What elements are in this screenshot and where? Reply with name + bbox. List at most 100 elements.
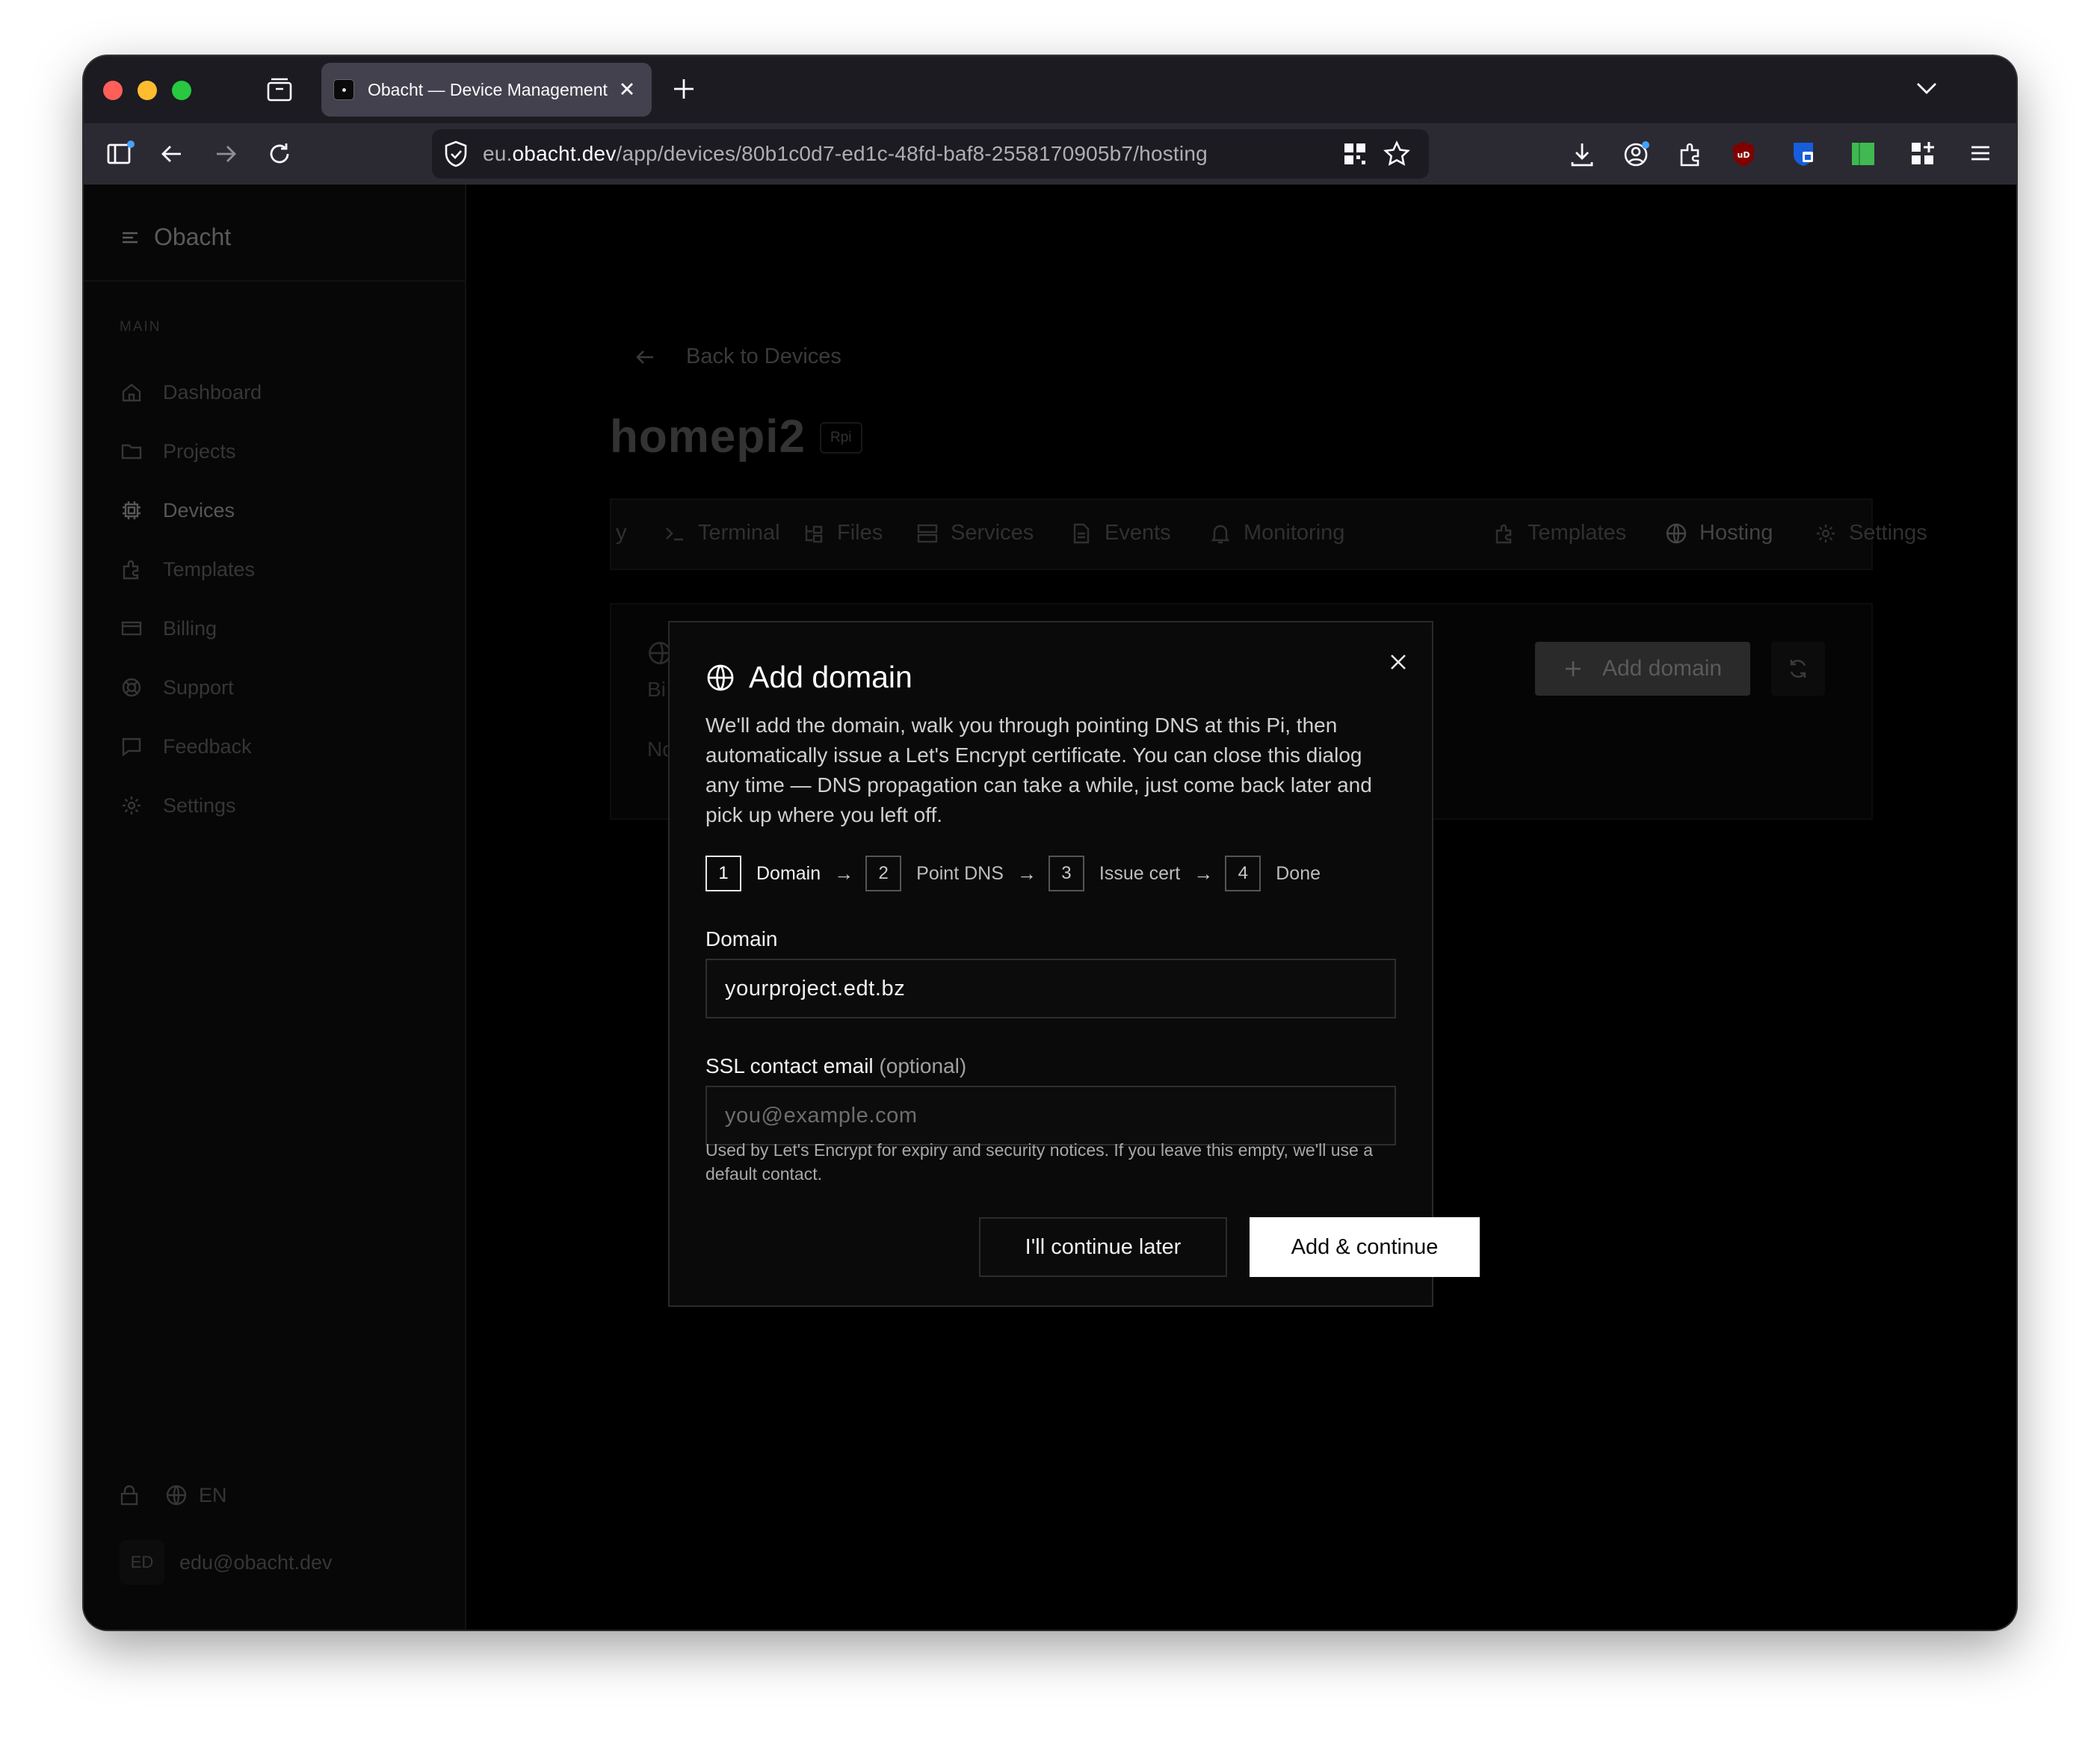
url-bar[interactable]: eu.obacht.dev/app/devices/80b1c0d7-ed1c-…	[432, 129, 1429, 179]
sidebar-item-dashboard[interactable]: Dashboard	[120, 380, 262, 404]
puzzle-icon	[120, 557, 143, 581]
maximize-window-button[interactable]	[172, 81, 191, 100]
browser-window: Obacht — Device Management eu.obacht.dev…	[84, 56, 2016, 1630]
step-arrow: →	[1193, 862, 1214, 885]
close-icon[interactable]	[1386, 649, 1411, 675]
svg-text:uD: uD	[1738, 150, 1750, 160]
add-domain-button-background[interactable]: Add domain	[1535, 642, 1750, 696]
sidebar-item-projects[interactable]: Projects	[120, 439, 236, 463]
device-tabs: y Terminal Files Services Events Monitor…	[610, 498, 1927, 570]
minimize-window-button[interactable]	[138, 81, 157, 100]
browser-tab-active[interactable]: Obacht — Device Management	[321, 63, 652, 117]
sidebar-section-label: MAIN	[120, 319, 161, 335]
domain-input[interactable]	[705, 959, 1396, 1018]
sidebar-item-label: Templates	[163, 557, 256, 581]
lock-icon[interactable]	[120, 1484, 139, 1506]
step-2-label: Point DNS	[916, 862, 1004, 884]
url-text[interactable]: eu.obacht.dev/app/devices/80b1c0d7-ed1c-…	[483, 142, 1208, 166]
sidebar-item-billing[interactable]: Billing	[120, 616, 217, 640]
brand-name: Obacht	[154, 223, 232, 250]
gear-icon	[120, 794, 143, 817]
step-4-number: 4	[1225, 856, 1261, 891]
sidebar-item-label: Devices	[163, 498, 235, 522]
refresh-icon	[1790, 660, 1806, 678]
globe-icon	[1665, 522, 1687, 545]
tab-title: Obacht — Device Management	[368, 79, 608, 99]
add-domain-dialog: Add domain We'll add the domain, walk yo…	[668, 621, 1480, 1307]
extensions-icon[interactable]	[1676, 140, 1704, 168]
new-tab-icon[interactable]	[670, 75, 697, 102]
sidebar-item-settings[interactable]: Settings	[120, 794, 236, 817]
user-profile[interactable]: ED edu@obacht.dev	[120, 1540, 333, 1585]
obacht-favicon-icon	[333, 79, 354, 100]
dialog-description: We'll add the domain, walk you through p…	[705, 714, 1372, 826]
sidebar-item-label: Settings	[163, 794, 236, 817]
sidebar-item-templates[interactable]: Templates	[120, 557, 255, 581]
tab-close-icon[interactable]	[616, 78, 638, 104]
tab-files[interactable]: Files	[803, 521, 883, 545]
refresh-button[interactable]	[1771, 642, 1825, 696]
user-email: edu@obacht.dev	[179, 1550, 333, 1574]
continue-later-button[interactable]: I'll continue later	[979, 1217, 1227, 1277]
ssl-email-input[interactable]	[705, 1086, 1396, 1145]
back-link-label: Back to Devices	[686, 344, 841, 368]
sidebar-toggle-icon[interactable]	[106, 140, 136, 167]
tab-services[interactable]: Services	[916, 521, 1034, 545]
add-and-continue-button[interactable]: Add & continue	[1250, 1217, 1480, 1277]
sidebar-footer-controls: EN	[120, 1483, 227, 1507]
optional-hint: (optional)	[879, 1054, 967, 1077]
close-window-button[interactable]	[103, 81, 123, 100]
step-1-number: 1	[705, 856, 741, 891]
sidebar: Obacht MAIN Dashboard Projects Devices T…	[84, 185, 466, 1630]
tab-monitoring[interactable]: Monitoring	[1209, 521, 1344, 545]
folder-icon	[120, 439, 143, 463]
tab-partial[interactable]: y	[616, 521, 627, 545]
back-icon[interactable]	[158, 140, 185, 167]
tab-terminal[interactable]: Terminal	[664, 521, 780, 545]
download-icon[interactable]	[1568, 140, 1596, 168]
tab-templates[interactable]: Templates	[1493, 521, 1626, 545]
language-selector[interactable]: EN	[199, 1484, 227, 1507]
step-4-label: Done	[1276, 862, 1321, 884]
brand[interactable]: Obacht	[121, 223, 231, 251]
forward-icon[interactable]	[212, 140, 239, 167]
browser-tab-bar: Obacht — Device Management	[84, 56, 2016, 123]
tab-groups-icon[interactable]	[266, 77, 293, 102]
tab-hosting[interactable]: Hosting	[1665, 521, 1773, 545]
avatar: ED	[120, 1540, 164, 1585]
hosting-panel-text-fragment: Bi	[647, 678, 666, 701]
browser-nav-bar: eu.obacht.dev/app/devices/80b1c0d7-ed1c-…	[84, 123, 2016, 185]
sidebar-item-label: Feedback	[163, 735, 252, 758]
shield-icon[interactable]	[442, 140, 469, 168]
sidebar-item-label: Support	[163, 675, 234, 699]
reload-icon[interactable]	[266, 140, 293, 167]
ublock-icon[interactable]: uD	[1729, 140, 1758, 168]
bookmark-star-icon[interactable]	[1383, 140, 1411, 168]
lifebuoy-icon	[120, 675, 143, 699]
ssl-email-help-text: Used by Let's Encrypt for expiry and sec…	[705, 1140, 1373, 1184]
bitwarden-icon[interactable]	[1789, 140, 1818, 168]
step-indicator: 1 Domain → 2 Point DNS → 3 Issue cert → …	[705, 856, 1321, 891]
step-arrow: →	[834, 862, 854, 885]
sidebar-item-label: Billing	[163, 616, 217, 640]
sidebar-item-feedback[interactable]: Feedback	[120, 735, 252, 758]
qr-code-icon[interactable]	[1342, 141, 1368, 167]
tab-settings[interactable]: Settings	[1815, 521, 1927, 545]
step-3-number: 3	[1048, 856, 1084, 891]
chevron-down-icon[interactable]	[1914, 77, 1939, 99]
globe-icon	[705, 663, 735, 693]
device-name: homepi2	[610, 411, 806, 463]
menu-icon[interactable]	[1967, 140, 1994, 167]
back-to-devices-link[interactable]: Back to Devices	[634, 344, 841, 369]
green-extension-icon[interactable]	[1849, 140, 1877, 168]
apps-grid-icon[interactable]	[1909, 140, 1937, 168]
sidebar-item-devices[interactable]: Devices	[120, 498, 235, 522]
home-icon	[120, 380, 143, 404]
sidebar-item-label: Dashboard	[163, 380, 262, 403]
account-icon[interactable]	[1622, 140, 1652, 168]
app-page: Obacht MAIN Dashboard Projects Devices T…	[84, 185, 2016, 1630]
tab-events[interactable]: Events	[1070, 521, 1171, 545]
sidebar-item-support[interactable]: Support	[120, 675, 234, 699]
files-icon	[803, 522, 825, 545]
step-arrow: →	[1016, 862, 1037, 885]
